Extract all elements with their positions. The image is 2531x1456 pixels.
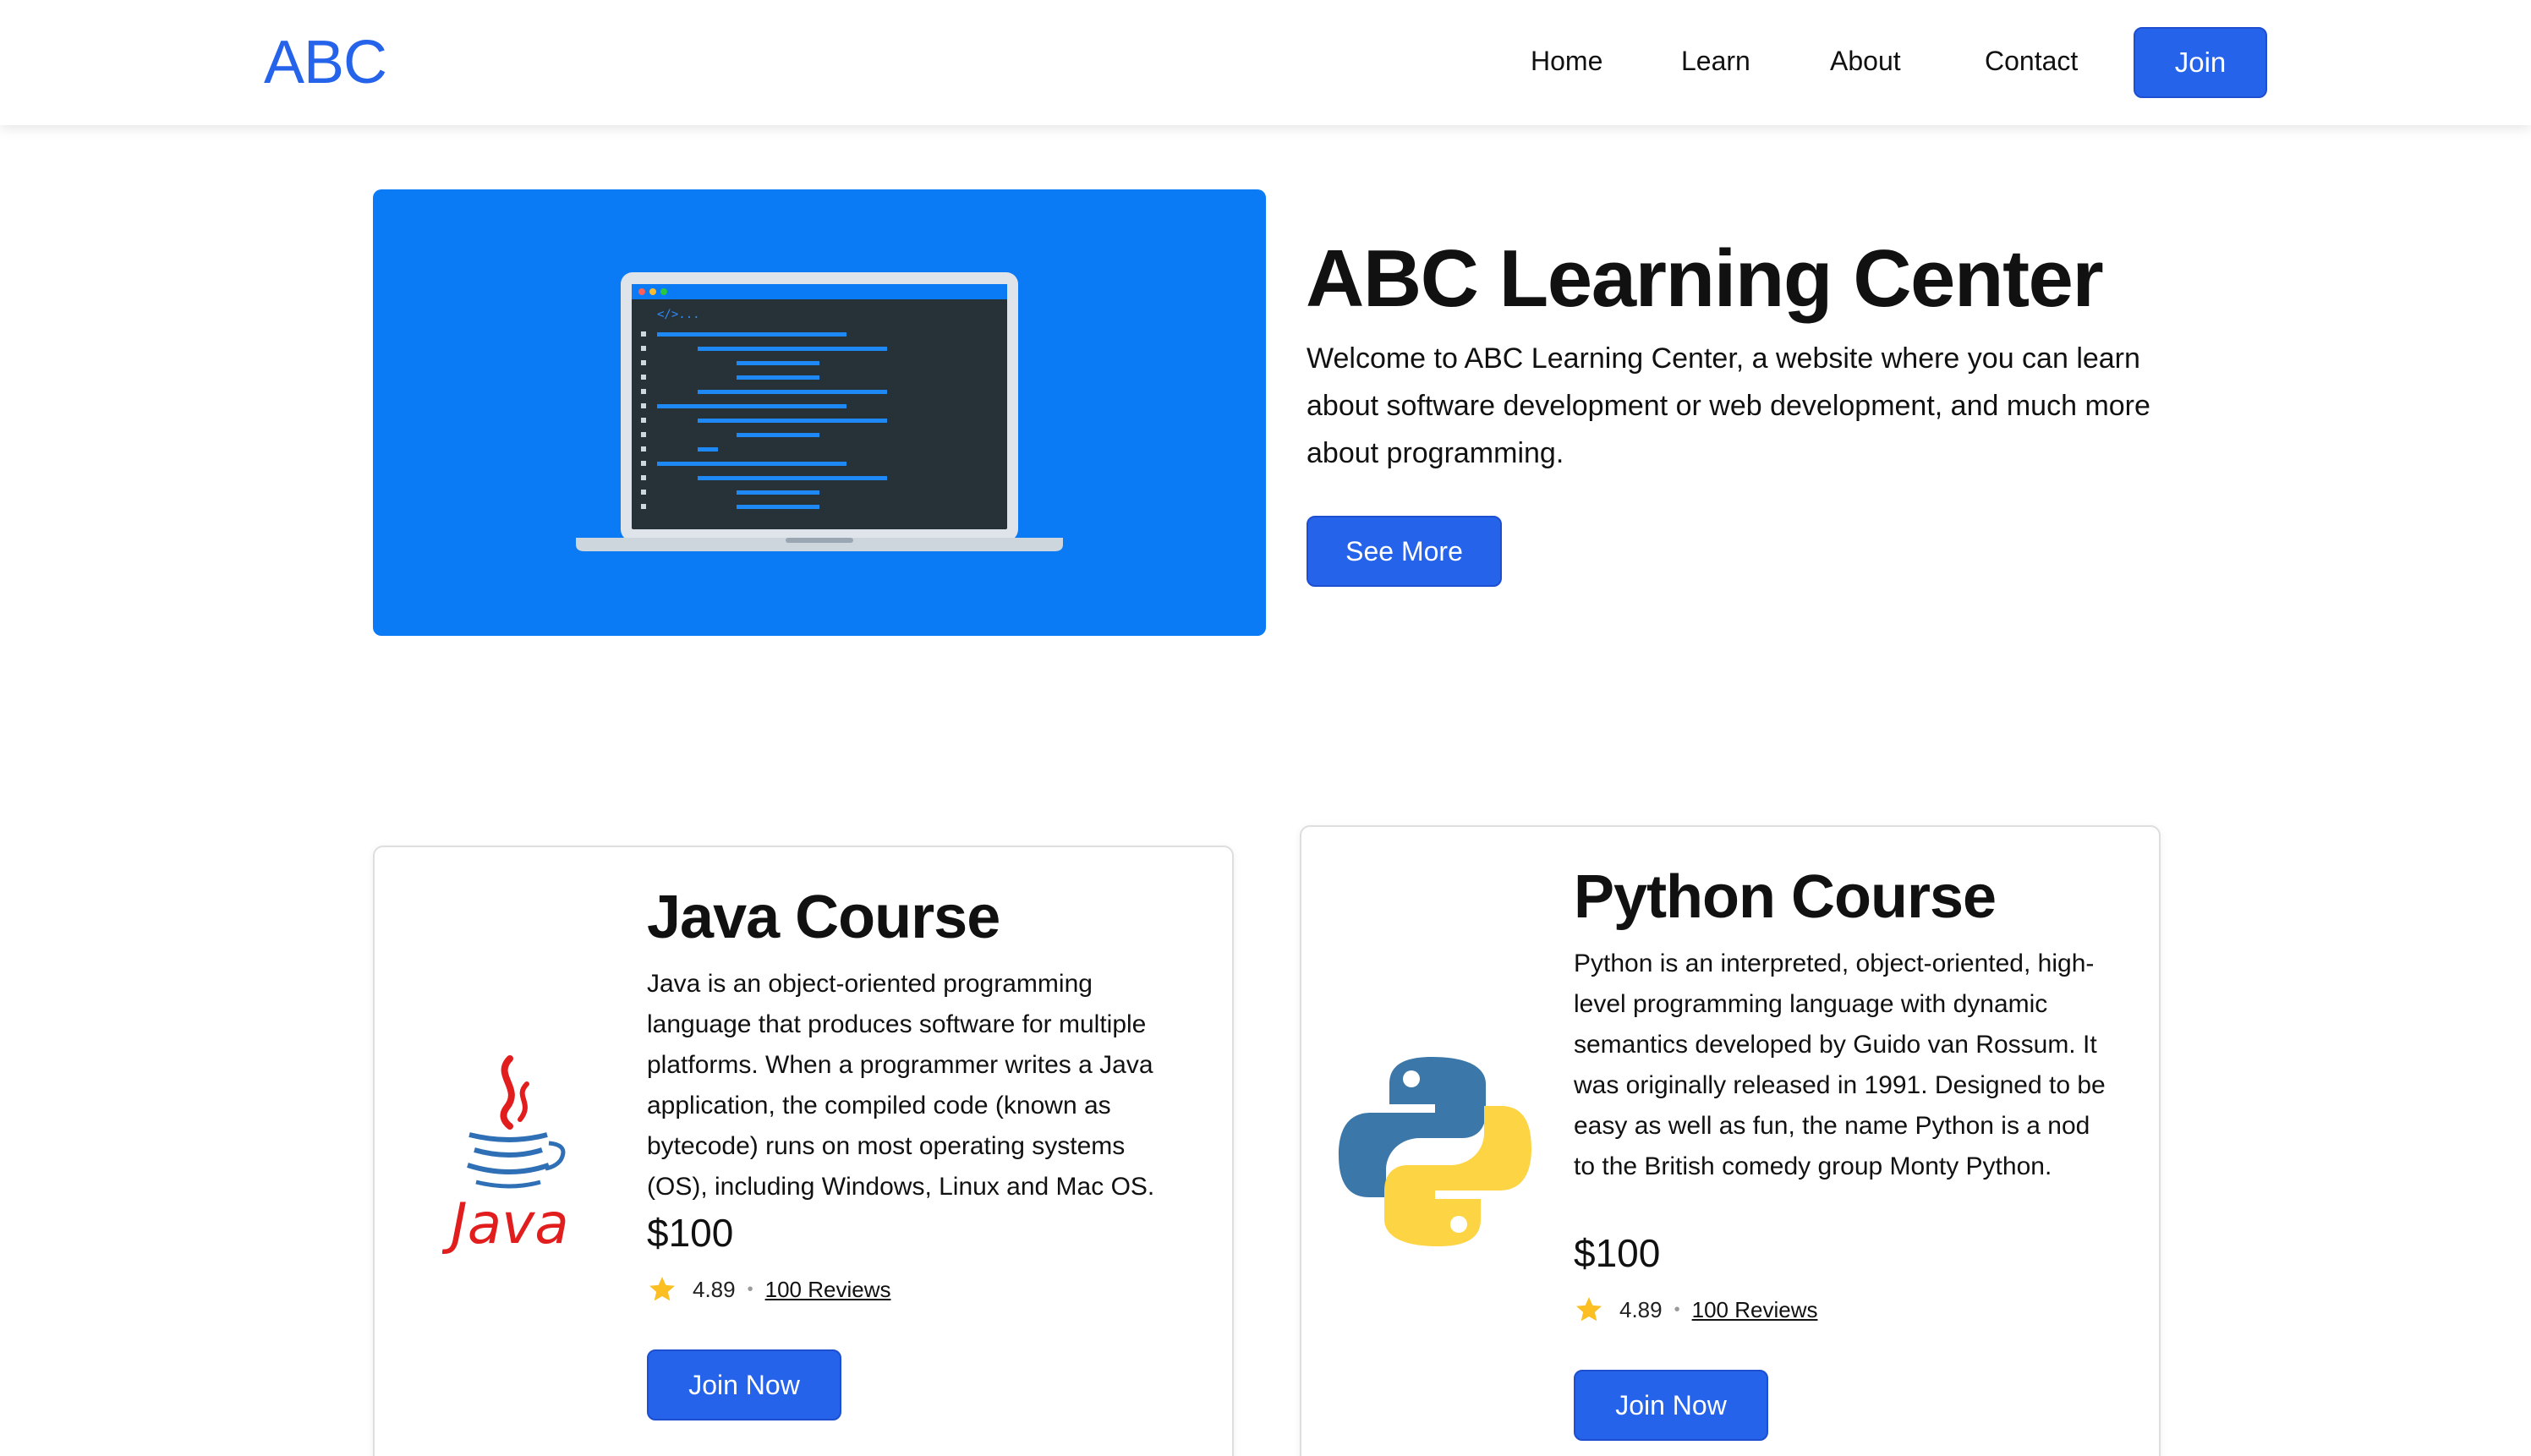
code-tag: </>...: [657, 308, 700, 321]
course-title-java: Java Course: [647, 884, 1000, 951]
star-icon: [1576, 1297, 1602, 1322]
rating-score: 4.89: [693, 1276, 736, 1302]
join-now-button-python[interactable]: Join Now: [1574, 1370, 1768, 1441]
course-card-java: Java Java Course Java is an object-orien…: [373, 846, 1234, 1456]
course-card-python: Python Course Python is an interpreted, …: [1300, 825, 2161, 1456]
python-logo-icon: [1335, 1052, 1535, 1251]
reviews-link[interactable]: 100 Reviews: [765, 1277, 891, 1303]
star-icon: [649, 1277, 675, 1301]
join-button[interactable]: Join: [2134, 27, 2267, 98]
nav-link-learn[interactable]: Learn: [1681, 44, 1750, 78]
course-title-python: Python Course: [1574, 863, 1997, 931]
course-description-python: Python is an interpreted, object-oriente…: [1574, 950, 2106, 1180]
reviews-link[interactable]: 100 Reviews: [1692, 1297, 1818, 1323]
navbar: ABC Home Learn About Contact Join: [0, 0, 2531, 125]
nav-link-home[interactable]: Home: [1531, 44, 1602, 78]
see-more-button[interactable]: See More: [1307, 516, 1502, 587]
brand-logo[interactable]: ABC: [264, 27, 387, 98]
course-price-python: $100: [1574, 1231, 1661, 1275]
course-price-java: $100: [647, 1211, 734, 1255]
rating-separator: •: [1674, 1300, 1680, 1319]
nav-link-contact[interactable]: Contact: [1985, 44, 2078, 78]
nav-link-about[interactable]: About: [1830, 44, 1901, 78]
course-rating-python: 4.89 • 100 Reviews: [1574, 1295, 1817, 1325]
course-description-java: Java is an object-oriented programming l…: [647, 970, 1155, 1201]
hero-illustration: </>...: [373, 189, 1266, 636]
hero-description: Welcome to ABC Learning Center, a websit…: [1307, 342, 2150, 469]
java-logo-text: Java: [442, 1191, 569, 1256]
rating-separator: •: [747, 1279, 753, 1299]
join-now-button-java[interactable]: Join Now: [647, 1349, 841, 1420]
laptop-code-icon: </>...: [576, 272, 1063, 551]
java-logo-icon: Java: [441, 1050, 578, 1262]
course-rating-java: 4.89 • 100 Reviews: [647, 1274, 890, 1305]
hero-title: ABC Learning Center: [1306, 233, 2104, 324]
rating-score: 4.89: [1619, 1296, 1663, 1322]
